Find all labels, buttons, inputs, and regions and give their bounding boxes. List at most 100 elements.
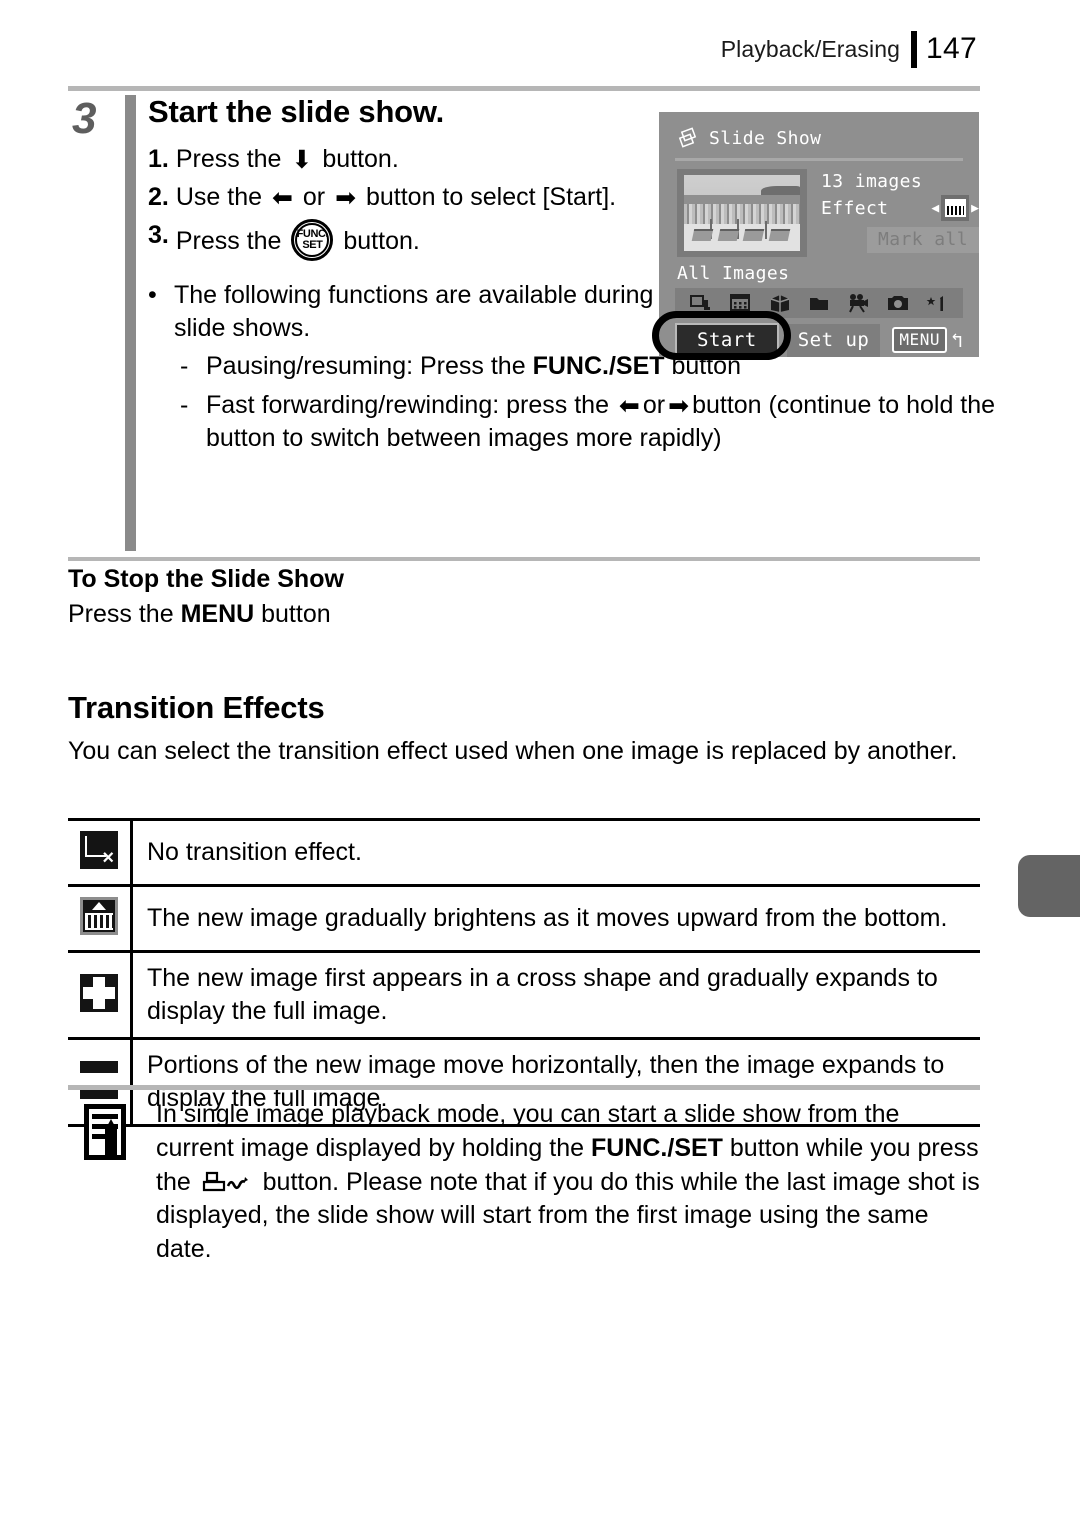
effect-next-arrow-icon[interactable]: ▶ — [971, 201, 979, 216]
print-share-button-icon — [201, 1171, 253, 1195]
substep-2-text-before: Use the — [175, 183, 263, 212]
left-arrow-button-icon-2: ⬅ — [618, 392, 640, 421]
lcd-title: Slide Show — [709, 127, 822, 149]
star-one-icon[interactable] — [925, 293, 949, 313]
lcd-thumbnail-frame — [677, 169, 807, 257]
substep-1-number: 1. — [148, 145, 169, 174]
bullet-dot-icon: • — [148, 281, 157, 310]
rule-above-stop-section — [68, 557, 980, 561]
dash-1-bold: FUNC./SET — [532, 352, 665, 381]
substep-3-text-before: Press the — [175, 227, 282, 256]
dash-1-prefix: Pausing/resuming: Press the — [206, 352, 533, 381]
step-number: 3 — [72, 94, 97, 143]
lcd-middle: 13 images Effect ◀ ▶ Mark all — [659, 161, 979, 257]
step-title: Start the slide show. — [148, 94, 445, 129]
table-row: The new image gradually brightens as it … — [68, 884, 980, 952]
dash-mark-icon-2: - — [180, 391, 189, 420]
calendar-icon[interactable] — [728, 293, 752, 313]
step-vertical-bar — [125, 95, 136, 551]
transition-description: No transition effect. — [131, 818, 980, 886]
substep-3-text: Press the FUNC. SET button. — [175, 219, 708, 262]
brighten-upward-icon — [80, 897, 118, 935]
stop-slideshow-text: Press the MENU button — [68, 600, 980, 629]
dash-mark-icon: - — [180, 352, 189, 381]
cross-expand-icon — [80, 973, 118, 1012]
table-row: The new image first appears in a cross s… — [68, 950, 980, 1039]
lcd-title-row: Slide Show — [659, 112, 979, 154]
func-set-button-icon: FUNC. SET — [291, 219, 334, 262]
lcd-start-button[interactable]: Start — [675, 322, 779, 357]
lcd-all-images-label: All Images — [677, 263, 790, 284]
movie-icon[interactable] — [846, 293, 870, 313]
bullet-text: The following functions are available du… — [174, 281, 654, 342]
effect-prev-arrow-icon[interactable]: ◀ — [931, 201, 939, 216]
substep-1: 1. Press the ⬇ button. — [148, 143, 708, 176]
header-divider — [911, 30, 918, 68]
lcd-menu-badge[interactable]: MENU — [892, 327, 947, 353]
transition-effects-heading: Transition Effects — [68, 690, 325, 725]
lcd-thumbnail-image — [684, 175, 800, 251]
left-arrow-button-icon: ⬅ — [271, 184, 293, 213]
note-pencil-icon — [84, 1104, 132, 1166]
lcd-effect-label: Effect — [821, 197, 889, 219]
index-tab — [1018, 855, 1080, 917]
lcd-menu-hint[interactable]: MENU ↰ — [892, 327, 963, 353]
substep-3-number: 3. — [148, 221, 169, 250]
folder-icon[interactable] — [807, 293, 831, 313]
note-rule — [68, 1085, 980, 1090]
stop-text-bold: MENU — [180, 600, 255, 628]
substep-1-text-after: button. — [322, 145, 399, 174]
section-title: Playback/Erasing — [720, 35, 901, 62]
camera-icon[interactable] — [886, 293, 910, 313]
transition-description: The new image first appears in a cross s… — [131, 950, 980, 1039]
print-order-icon[interactable] — [689, 293, 713, 313]
lcd-info: 13 images Effect ◀ ▶ Mark all — [821, 169, 979, 257]
stop-text-after: button — [254, 600, 331, 628]
horizontal-bands-icon — [80, 1060, 118, 1099]
lcd-images-count: 13 images — [821, 171, 923, 192]
substep-2: 2. Use the ⬅ or ➡ button to select [Star… — [148, 181, 708, 214]
note-box: In single image playback mode, you can s… — [84, 1098, 984, 1267]
brighten-upward-icon-cell — [68, 884, 133, 952]
slide-show-icon — [677, 127, 699, 149]
note-text: In single image playback mode, you can s… — [156, 1098, 984, 1267]
lcd-bottom-row: Start Set up MENU ↰ — [675, 322, 963, 357]
substep-2-number: 2. — [148, 183, 169, 212]
dash-2-mid: or — [642, 391, 666, 420]
transition-description: The new image gradually brightens as it … — [131, 884, 980, 952]
note-part3: button. Please note that if you do this … — [156, 1167, 980, 1264]
lcd-effect-row[interactable]: Effect ◀ ▶ — [821, 195, 979, 221]
dash-text-2: Fast forwarding/rewinding: press the ⬅ or… — [206, 389, 1028, 455]
lcd-icon-row — [675, 288, 963, 318]
camera-lcd-screen: Slide Show 13 images Effect ◀ ▶ Mark all… — [659, 112, 979, 357]
page-number: 147 — [926, 32, 977, 65]
transition-effects-intro: You can select the transition effect use… — [68, 737, 958, 765]
stop-slideshow-section: To Stop the Slide Show Press the MENU bu… — [68, 565, 980, 629]
substep-2-text: Use the ⬅ or ➡ button to select [Start]. — [176, 181, 708, 214]
substep-3: 3. Press the FUNC. SET button. — [148, 219, 708, 262]
right-arrow-button-icon: ➡ — [335, 184, 357, 213]
table-row: × No transition effect. — [68, 818, 980, 886]
right-arrow-button-icon-2: ➡ — [668, 392, 690, 421]
dash-2-prefix: Fast forwarding/rewinding: press the — [206, 391, 616, 420]
substep-3-text-after: button. — [343, 227, 420, 256]
page-header: Playback/Erasing 147 — [721, 30, 977, 68]
substep-1-text: Press the ⬇ button. — [176, 143, 708, 176]
lcd-mark-all-button[interactable]: Mark all — [867, 227, 979, 253]
return-icon: ↰ — [950, 328, 963, 352]
transition-effect-icon[interactable] — [941, 195, 970, 221]
stop-text-before: Press the — [68, 600, 181, 628]
substep-2-mid: or — [302, 183, 326, 212]
no-transition-icon-cell: × — [68, 818, 133, 886]
substep-1-text-before: Press the — [175, 145, 282, 174]
package-icon[interactable] — [768, 293, 792, 313]
step-body: Start the slide show. 1. Press the ⬇ but… — [148, 94, 995, 455]
dash-row-2: - Fast forwarding/rewinding: press the ⬅… — [180, 389, 1028, 455]
stop-slideshow-title: To Stop the Slide Show — [68, 565, 344, 593]
cross-expand-icon-cell — [68, 950, 133, 1039]
note-bold1: FUNC./SET — [591, 1133, 723, 1162]
lcd-setup-button[interactable]: Set up — [786, 323, 881, 357]
top-rule — [68, 86, 980, 91]
no-transition-icon: × — [80, 831, 118, 869]
substep-2-text-after: button to select [Start]. — [365, 183, 617, 212]
